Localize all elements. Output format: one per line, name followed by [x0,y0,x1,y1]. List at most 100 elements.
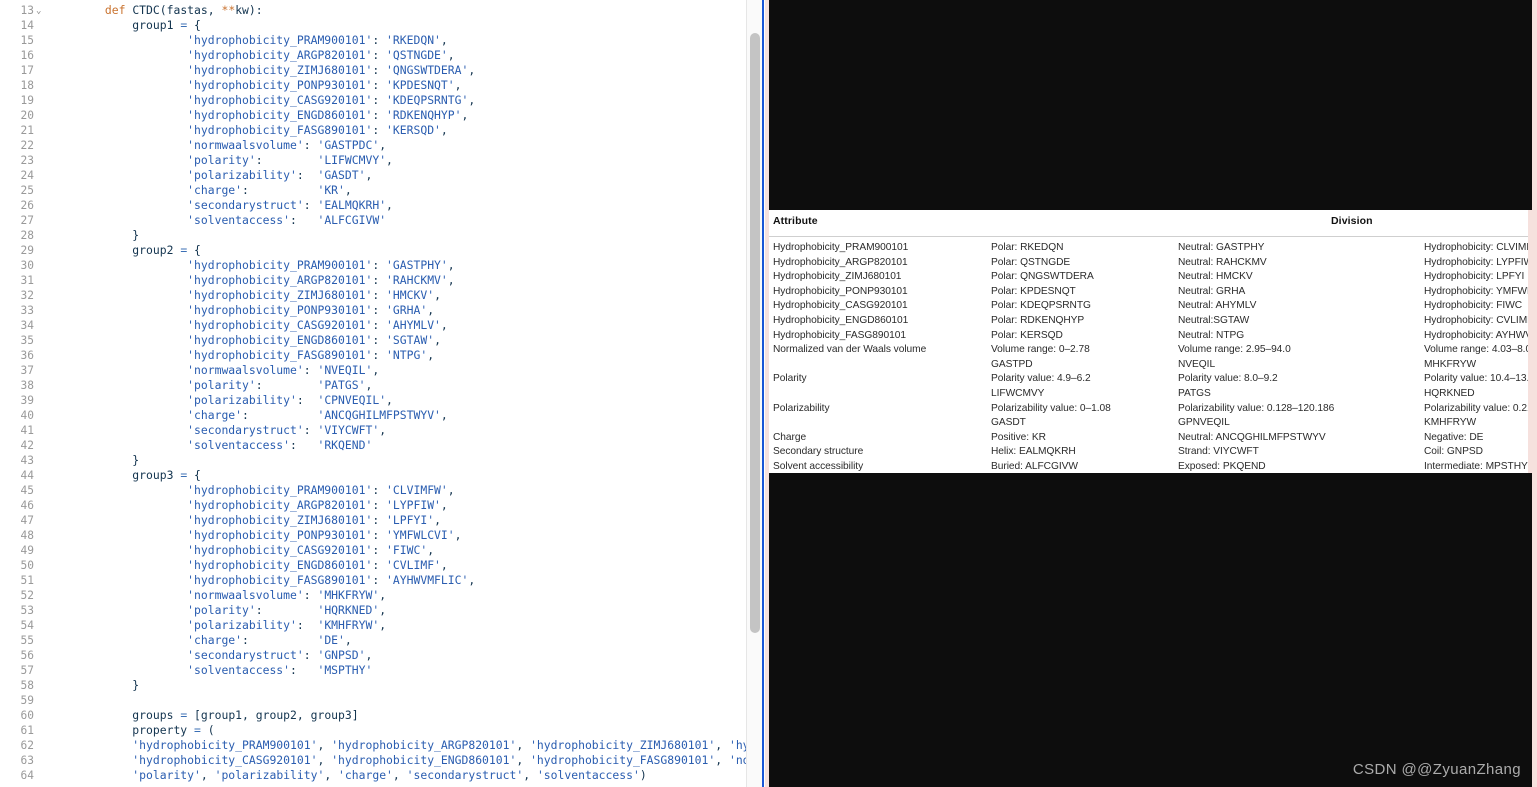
code-line[interactable]: 46 'hydrophobicity_ARGP820101': 'LYPFIW'… [0,498,746,513]
cell-division-2: Exposed: PKQEND [1178,460,1266,472]
code-line[interactable]: 48 'hydrophobicity_PONP930101': 'YMFWLCV… [0,528,746,543]
cell-division-2: Neutral:SGTAW [1178,314,1250,326]
cell-division-1: LIFWCMVY [991,387,1045,399]
code-line[interactable]: 27 'solventaccess': 'ALFCGIVW' [0,213,746,228]
code-line[interactable]: 33 'hydrophobicity_PONP930101': 'GRHA', [0,303,746,318]
line-number: 43 [20,454,34,467]
code-line[interactable]: 41 'secondarystruct': 'VIYCWFT', [0,423,746,438]
line-number: 34 [20,319,34,332]
code-line-text: 'charge': 'KR', [187,183,352,197]
line-number: 27 [20,214,34,227]
cell-division-1: Polar: QNGSWTDERA [991,271,1094,283]
code-line[interactable]: 32 'hydrophobicity_ZIMJ680101': 'HMCKV', [0,288,746,303]
code-line[interactable]: 56 'secondarystruct': 'GNPSD', [0,648,746,663]
code-line[interactable]: 57 'solventaccess': 'MSPTHY' [0,663,746,678]
code-line[interactable]: 58 } [0,678,746,693]
code-editor-panel[interactable]: 13 ⌄ def CTDC(fastas, **kw): 14 group1 = {… [0,0,746,787]
line-number: 53 [20,604,34,617]
code-line[interactable]: 51 'hydrophobicity_FASG890101': 'AYHWVMF… [0,573,746,588]
line-number: 23 [20,154,34,167]
code-line[interactable]: 49 'hydrophobicity_CASG920101': 'FIWC', [0,543,746,558]
code-line[interactable]: 43 } [0,453,746,468]
code-line[interactable]: 14 group1 = { [0,18,746,33]
code-line[interactable]: 62 'hydrophobicity_PRAM900101', 'hydroph… [0,738,746,753]
code-line[interactable]: 37 'normwaalsvolume': 'NVEQIL', [0,363,746,378]
code-line[interactable]: 17 'hydrophobicity_ZIMJ680101': 'QNGSWTD… [0,63,746,78]
line-number: 36 [20,349,34,362]
code-line[interactable]: 64 'polarity', 'polarizability', 'charge… [0,768,746,783]
code-line[interactable]: 54 'polarizability': 'KMHFRYW', [0,618,746,633]
line-number: 24 [20,169,34,182]
code-line[interactable]: 18 'hydrophobicity_PONP930101': 'KPDESNQ… [0,78,746,93]
cell-attribute: Normalized van der Waals volume [773,344,927,356]
cell-attribute: Hydrophobicity_ARGP820101 [773,256,908,268]
cell-division-1: GASTPD [991,358,1033,370]
cell-attribute: Hydrophobicity_ZIMJ680101 [773,271,902,283]
line-number: 51 [20,574,34,587]
cell-division-3: HQRKNED [1424,387,1475,399]
editor-scrollbar-thumb[interactable] [750,33,760,633]
code-lines-container[interactable]: 13 ⌄ def CTDC(fastas, **kw): 14 group1 = {… [0,3,746,783]
code-line[interactable]: 59 [0,693,746,708]
code-line[interactable]: 60 groups = [group1, group2, group3] [0,708,746,723]
code-line-text: 'hydrophobicity_CASG920101', 'hydrophobi… [132,753,746,767]
code-line[interactable]: 36 'hydrophobicity_FASG890101': 'NTPG', [0,348,746,363]
cell-division-2: GPNVEQIL [1178,417,1230,429]
chevron-down-icon[interactable]: ⌄ [36,4,46,19]
table-header-row: Attribute Division [769,210,1528,237]
code-line[interactable]: 39 'polarizability': 'CPNVEQIL', [0,393,746,408]
attribute-division-table: Attribute Division Hydrophobicity_PRAM90… [765,210,1533,473]
table-row: LIFWCMVY PATGS HQRKNED [769,388,1528,403]
cell-division-3: Coil: GNPSD [1424,446,1483,458]
table-row: Hydrophobicity_ARGP820101 Polar: QSTNGDE N… [769,257,1528,272]
code-line[interactable]: 34 'hydrophobicity_CASG920101': 'AHYMLV'… [0,318,746,333]
code-line[interactable]: 38 'polarity': 'PATGS', [0,378,746,393]
code-line[interactable]: 22 'normwaalsvolume': 'GASTPDC', [0,138,746,153]
code-line[interactable]: 15 'hydrophobicity_PRAM900101': 'RKEDQN'… [0,33,746,48]
code-line[interactable]: 53 'polarity': 'HQRKNED', [0,603,746,618]
code-line-text: 'secondarystruct': 'VIYCWFT', [187,423,387,437]
code-line-text: group2 = { [50,243,201,257]
code-line[interactable]: 21 'hydrophobicity_FASG890101': 'KERSQD'… [0,123,746,138]
line-number: 25 [20,184,34,197]
cell-division-2: Strand: VIYCWFT [1178,446,1259,458]
cell-division-1: Polar: KERSQD [991,329,1063,341]
code-line[interactable]: 28 } [0,228,746,243]
code-line[interactable]: 55 'charge': 'DE', [0,633,746,648]
code-line[interactable]: 40 'charge': 'ANCQGHILMFPSTWYV', [0,408,746,423]
line-number: 62 [20,739,34,752]
code-line[interactable]: 26 'secondarystruct': 'EALMQKRH', [0,198,746,213]
code-line[interactable]: 45 'hydrophobicity_PRAM900101': 'CLVIMFW… [0,483,746,498]
code-line[interactable]: 52 'normwaalsvolume': 'MHKFRYW', [0,588,746,603]
table-wrapper: Attribute Division Hydrophobicity_PRAM90… [769,210,1528,473]
code-line[interactable]: 35 'hydrophobicity_ENGD860101': 'SGTAW', [0,333,746,348]
code-line[interactable]: 29 group2 = { [0,243,746,258]
code-line-text: 'hydrophobicity_PRAM900101': 'GASTPHY', [187,258,455,272]
code-line[interactable]: 16 'hydrophobicity_ARGP820101': 'QSTNGDE… [0,48,746,63]
code-line[interactable]: 13 ⌄ def CTDC(fastas, **kw): [0,3,746,18]
cell-division-3: Hydrophobicity: LPFYI [1424,271,1525,283]
code-line[interactable]: 19 'hydrophobicity_CASG920101': 'KDEQPSR… [0,93,746,108]
code-line[interactable]: 42 'solventaccess': 'RKQEND' [0,438,746,453]
code-line[interactable]: 23 'polarity': 'LIFWCMVY', [0,153,746,168]
code-line[interactable]: 44 group3 = { [0,468,746,483]
cell-division-2: NVEQIL [1178,358,1216,370]
code-line[interactable]: 20 'hydrophobicity_ENGD860101': 'RDKENQH… [0,108,746,123]
code-line-text: 'charge': 'DE', [187,633,352,647]
code-line[interactable]: 30 'hydrophobicity_PRAM900101': 'GASTPHY… [0,258,746,273]
code-line[interactable]: 63 'hydrophobicity_CASG920101', 'hydroph… [0,753,746,768]
column-header-attribute: Attribute [773,215,818,227]
code-line[interactable]: 50 'hydrophobicity_ENGD860101': 'CVLIMF'… [0,558,746,573]
line-number: 39 [20,394,34,407]
line-number: 21 [20,124,34,137]
code-line[interactable]: 61 property = ( [0,723,746,738]
cell-division-2: Neutral: RAHCKMV [1178,256,1267,268]
code-line[interactable]: 24 'polarizability': 'GASDT', [0,168,746,183]
code-line[interactable]: 31 'hydrophobicity_ARGP820101': 'RAHCKMV… [0,273,746,288]
code-line[interactable]: 47 'hydrophobicity_ZIMJ680101': 'LPFYI', [0,513,746,528]
code-line-text: 'polarizability': 'GASDT', [187,168,373,182]
cell-division-1: Polar: KPDESNQT [991,285,1076,297]
code-line-text: def CTDC(fastas, **kw): [104,3,263,17]
cell-division-3: Volume range: 4.03–8.08 [1424,344,1533,356]
code-line[interactable]: 25 'charge': 'KR', [0,183,746,198]
